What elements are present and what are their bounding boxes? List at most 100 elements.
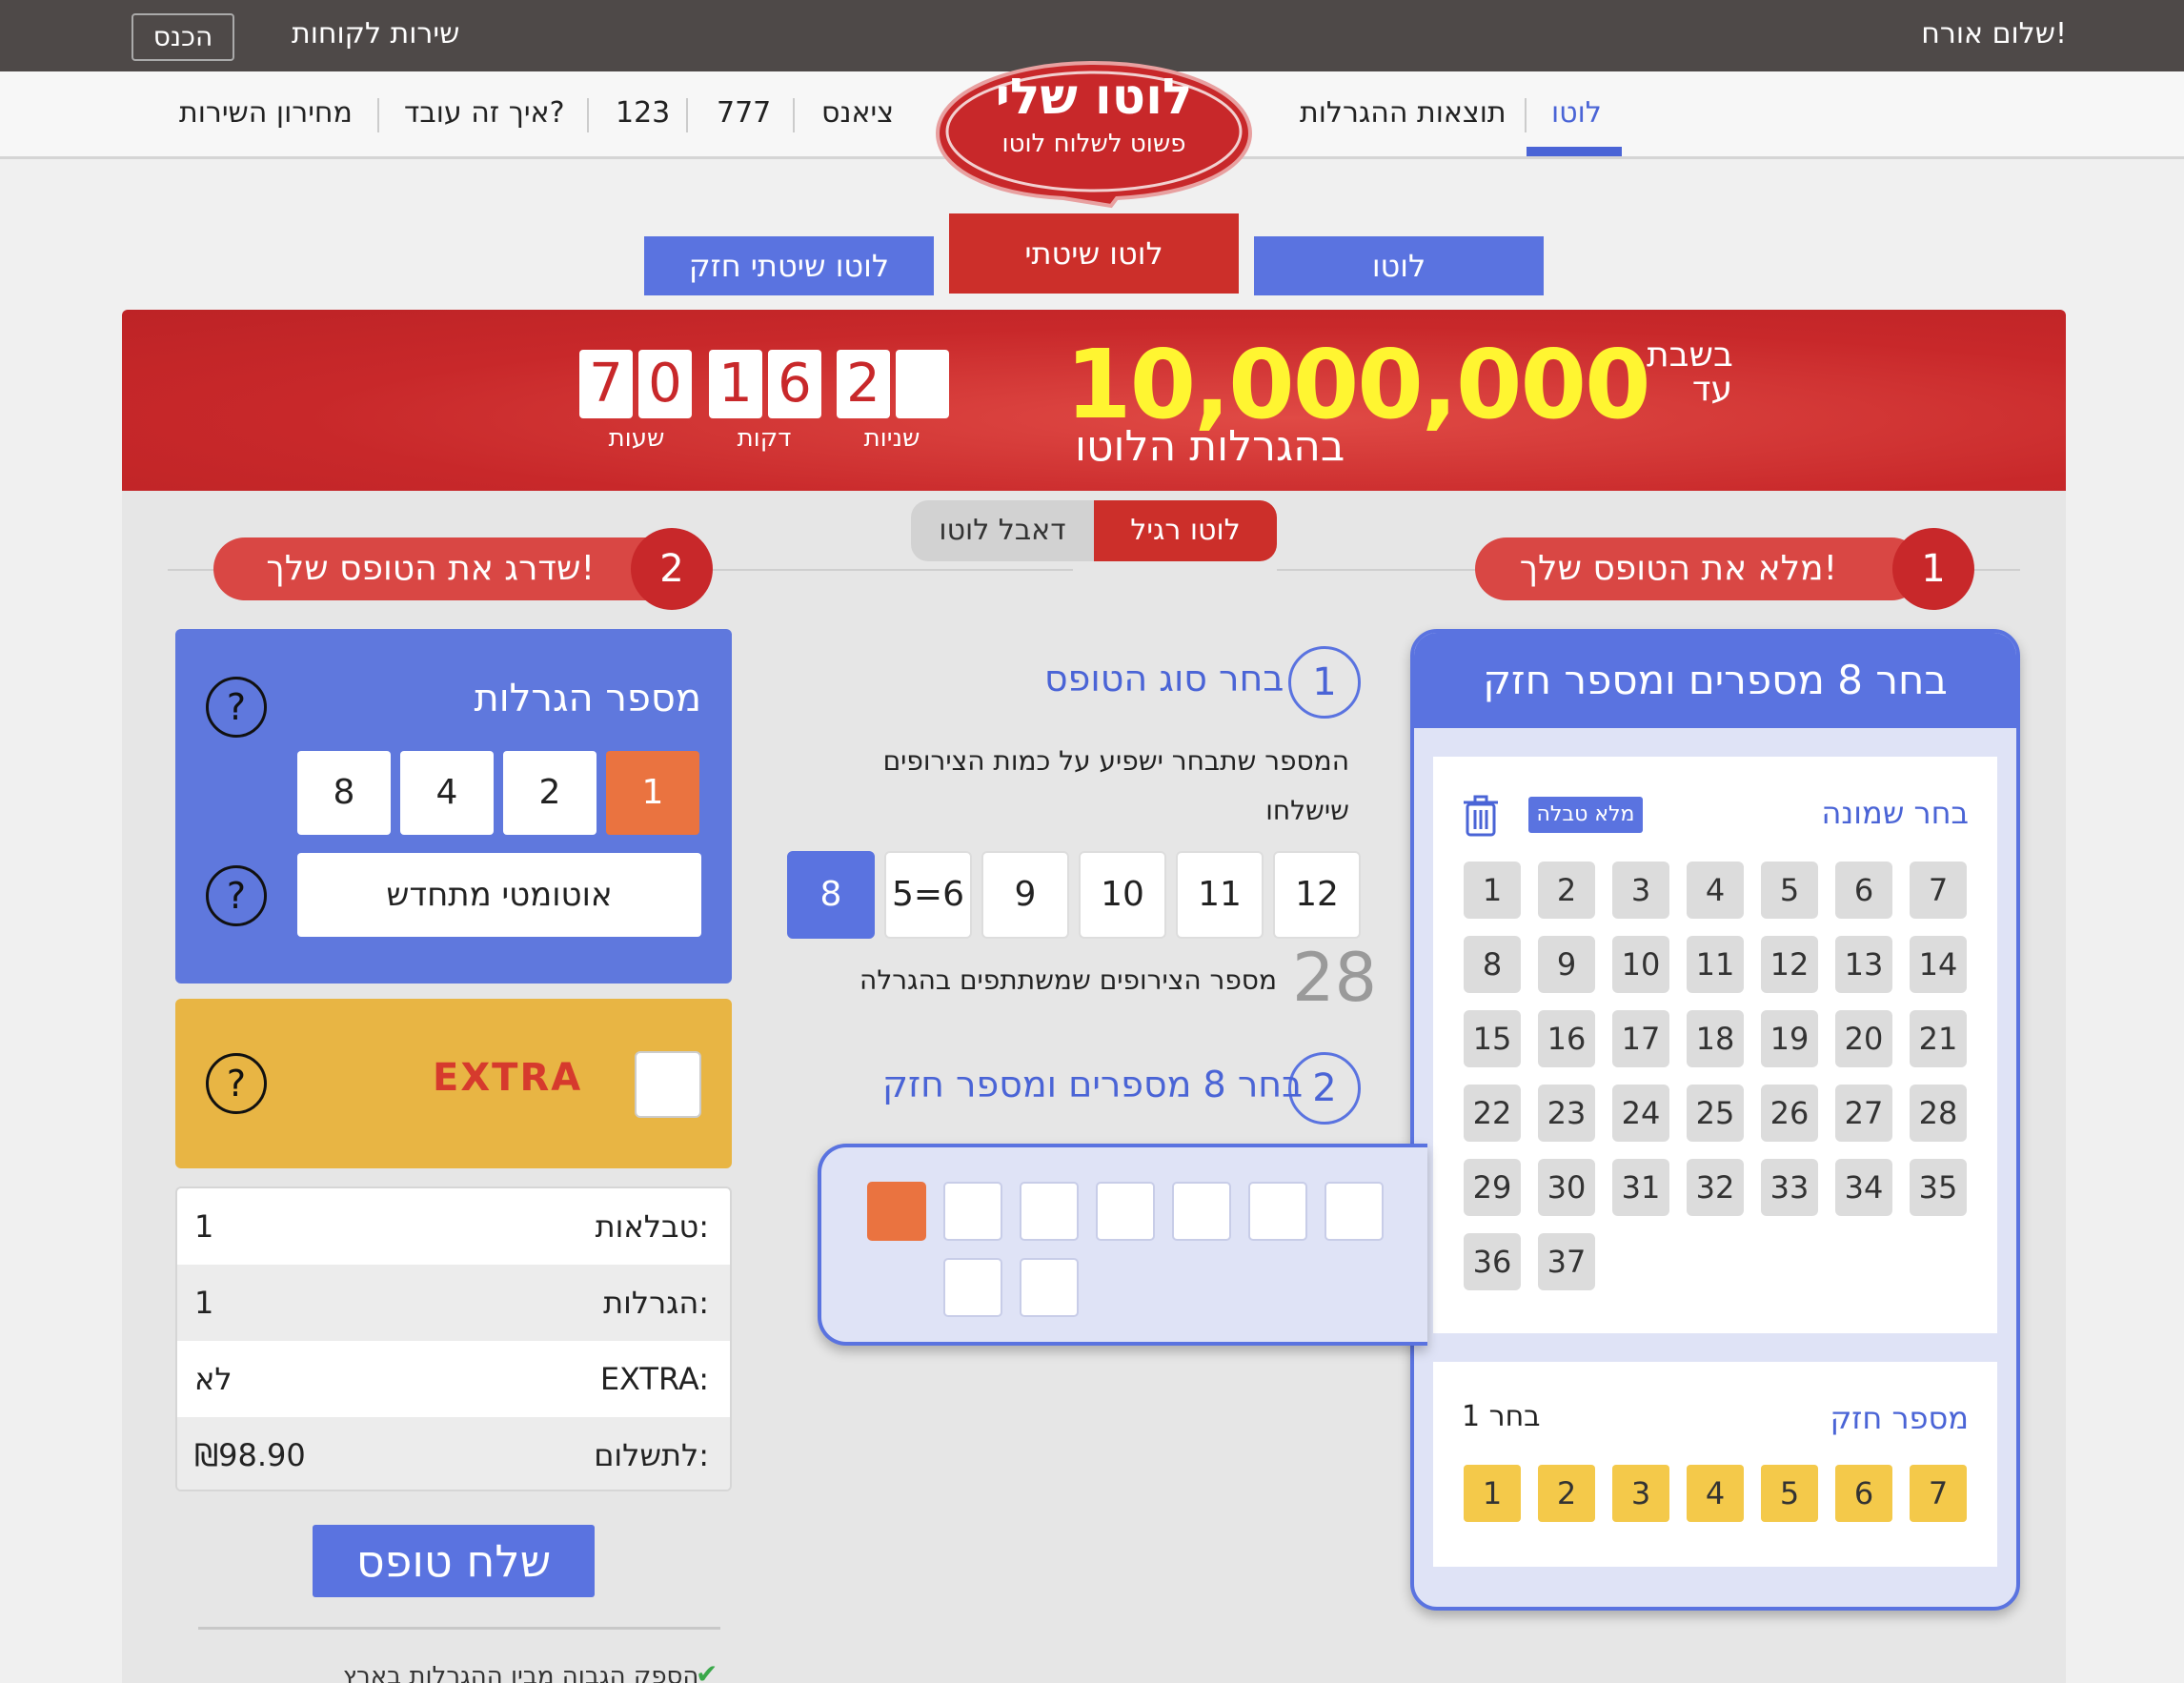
strong-number-button[interactable]: 2 <box>1538 1465 1595 1522</box>
nav-draw-results[interactable]: תוצאות ההגרלות <box>1300 96 1507 130</box>
number-button[interactable]: 2 <box>1538 862 1595 919</box>
selected-number-slot[interactable] <box>1325 1182 1384 1241</box>
lotto-type-toggle: דאבל לוטו לוטו רגיל <box>911 500 1277 561</box>
customer-service-link[interactable]: שירות לקוחות <box>292 17 459 51</box>
number-button[interactable]: 27 <box>1835 1085 1892 1142</box>
auto-renew-button[interactable]: אוטומטי מתחדש <box>297 853 701 937</box>
site-logo[interactable]: לוטו שלי פשוט לשלוח לוטו <box>930 55 1258 210</box>
selected-number-slot[interactable] <box>1020 1258 1079 1317</box>
nav-separator <box>587 98 589 132</box>
summary-value: 1 <box>194 1208 214 1245</box>
login-button[interactable]: הכנס <box>131 13 234 61</box>
strong-number-button[interactable]: 3 <box>1612 1465 1669 1522</box>
number-button[interactable]: 5 <box>1761 862 1818 919</box>
number-button[interactable]: 24 <box>1612 1085 1669 1142</box>
check-icon: ✔ <box>696 1658 718 1683</box>
toggle-double-lotto[interactable]: דאבל לוטו <box>911 500 1094 561</box>
countdown-minutes-digit: 1 <box>709 350 762 418</box>
number-button[interactable]: 31 <box>1612 1159 1669 1216</box>
number-button[interactable]: 8 <box>1464 936 1521 993</box>
form-type-12[interactable]: 12 <box>1273 851 1361 939</box>
number-button[interactable]: 4 <box>1687 862 1744 919</box>
extra-checkbox[interactable] <box>635 1051 701 1118</box>
summary-row: טבלאות: 1 <box>177 1188 730 1265</box>
strong-number-button[interactable]: 6 <box>1835 1465 1892 1522</box>
number-button[interactable]: 3 <box>1612 862 1669 919</box>
number-button[interactable]: 33 <box>1761 1159 1818 1216</box>
form-type-5-6[interactable]: 5=6 <box>884 851 972 939</box>
help-icon[interactable]: ? <box>206 1053 267 1114</box>
number-button[interactable]: 22 <box>1464 1085 1521 1142</box>
number-button[interactable]: 35 <box>1910 1159 1967 1216</box>
summary-row: לתשלום: ₪98.90 <box>177 1417 730 1490</box>
nav-123[interactable]: 123 <box>616 96 670 130</box>
number-button[interactable]: 1 <box>1464 862 1521 919</box>
fill-table-button[interactable]: מלא טבלה <box>1528 797 1643 833</box>
number-button[interactable]: 12 <box>1761 936 1818 993</box>
number-button[interactable]: 26 <box>1761 1085 1818 1142</box>
number-button[interactable]: 6 <box>1835 862 1892 919</box>
strong-number-button[interactable]: 7 <box>1910 1465 1967 1522</box>
nav-how-it-works[interactable]: איך זה עובד? <box>404 96 565 130</box>
selected-number-slot[interactable] <box>1096 1182 1155 1241</box>
number-button[interactable]: 28 <box>1910 1085 1967 1142</box>
send-form-button[interactable]: שלח טופס <box>313 1525 595 1597</box>
number-button[interactable]: 14 <box>1910 936 1967 993</box>
number-button[interactable]: 36 <box>1464 1233 1521 1290</box>
step1-description-cont: שישלחו <box>1265 795 1349 826</box>
selected-number-slot[interactable] <box>1172 1182 1231 1241</box>
number-button[interactable]: 11 <box>1687 936 1744 993</box>
number-button[interactable]: 20 <box>1835 1010 1892 1067</box>
number-button[interactable]: 29 <box>1464 1159 1521 1216</box>
number-button[interactable]: 23 <box>1538 1085 1595 1142</box>
selected-number-slot[interactable] <box>943 1258 1002 1317</box>
step1-title: בחר סוג הטופס <box>1044 658 1284 700</box>
section2-header: שדרג את הטופס שלך! <box>213 537 690 600</box>
draws-option-1[interactable]: 1 <box>606 751 699 835</box>
form-type-11[interactable]: 11 <box>1176 851 1264 939</box>
number-button[interactable]: 17 <box>1612 1010 1669 1067</box>
nav-chance[interactable]: ציאנס <box>821 96 894 130</box>
number-button[interactable]: 13 <box>1835 936 1892 993</box>
selected-number-slot[interactable] <box>1248 1182 1307 1241</box>
draws-option-8[interactable]: 8 <box>297 751 391 835</box>
selected-number-slot[interactable] <box>1020 1182 1079 1241</box>
number-button[interactable]: 15 <box>1464 1010 1521 1067</box>
nav-pricing[interactable]: מחירון השירות <box>179 96 353 130</box>
help-icon[interactable]: ? <box>206 865 267 926</box>
help-icon[interactable]: ? <box>206 677 267 738</box>
tab-systematic-lotto[interactable]: לוטו שיטתי <box>949 213 1239 294</box>
number-button[interactable]: 7 <box>1910 862 1967 919</box>
number-button[interactable]: 16 <box>1538 1010 1595 1067</box>
form-type-9[interactable]: 9 <box>981 851 1069 939</box>
number-button[interactable]: 21 <box>1910 1010 1967 1067</box>
selected-strong-slot[interactable] <box>867 1182 926 1241</box>
nav-active-indicator <box>1527 147 1622 156</box>
tab-strong-systematic-lotto[interactable]: לוטו שיטתי חזק <box>644 236 934 295</box>
strong-number-button[interactable]: 4 <box>1687 1465 1744 1522</box>
strong-number-button[interactable]: 1 <box>1464 1465 1521 1522</box>
draws-option-2[interactable]: 2 <box>503 751 597 835</box>
footer-divider <box>198 1627 720 1630</box>
jackpot-banner: בשבת עד 10,000,000 בהגרלות הלוטו 7 0 1 6… <box>122 310 2066 491</box>
number-button[interactable]: 18 <box>1687 1010 1744 1067</box>
summary-value: ₪98.90 <box>194 1437 306 1473</box>
number-button[interactable]: 25 <box>1687 1085 1744 1142</box>
form-type-10[interactable]: 10 <box>1079 851 1166 939</box>
nav-lotto[interactable]: לוטו <box>1551 96 1602 130</box>
number-button[interactable]: 19 <box>1761 1010 1818 1067</box>
number-button[interactable]: 37 <box>1538 1233 1595 1290</box>
number-button[interactable]: 32 <box>1687 1159 1744 1216</box>
number-button[interactable]: 30 <box>1538 1159 1595 1216</box>
number-button[interactable]: 9 <box>1538 936 1595 993</box>
number-button[interactable]: 10 <box>1612 936 1669 993</box>
nav-777[interactable]: 777 <box>717 96 771 130</box>
draws-option-4[interactable]: 4 <box>400 751 494 835</box>
strong-number-button[interactable]: 5 <box>1761 1465 1818 1522</box>
tab-lotto[interactable]: לוטו <box>1254 236 1544 295</box>
form-type-8[interactable]: 8 <box>787 851 875 939</box>
toggle-regular-lotto[interactable]: לוטו רגיל <box>1094 500 1277 561</box>
trash-icon[interactable] <box>1462 795 1500 837</box>
number-button[interactable]: 34 <box>1835 1159 1892 1216</box>
selected-number-slot[interactable] <box>943 1182 1002 1241</box>
